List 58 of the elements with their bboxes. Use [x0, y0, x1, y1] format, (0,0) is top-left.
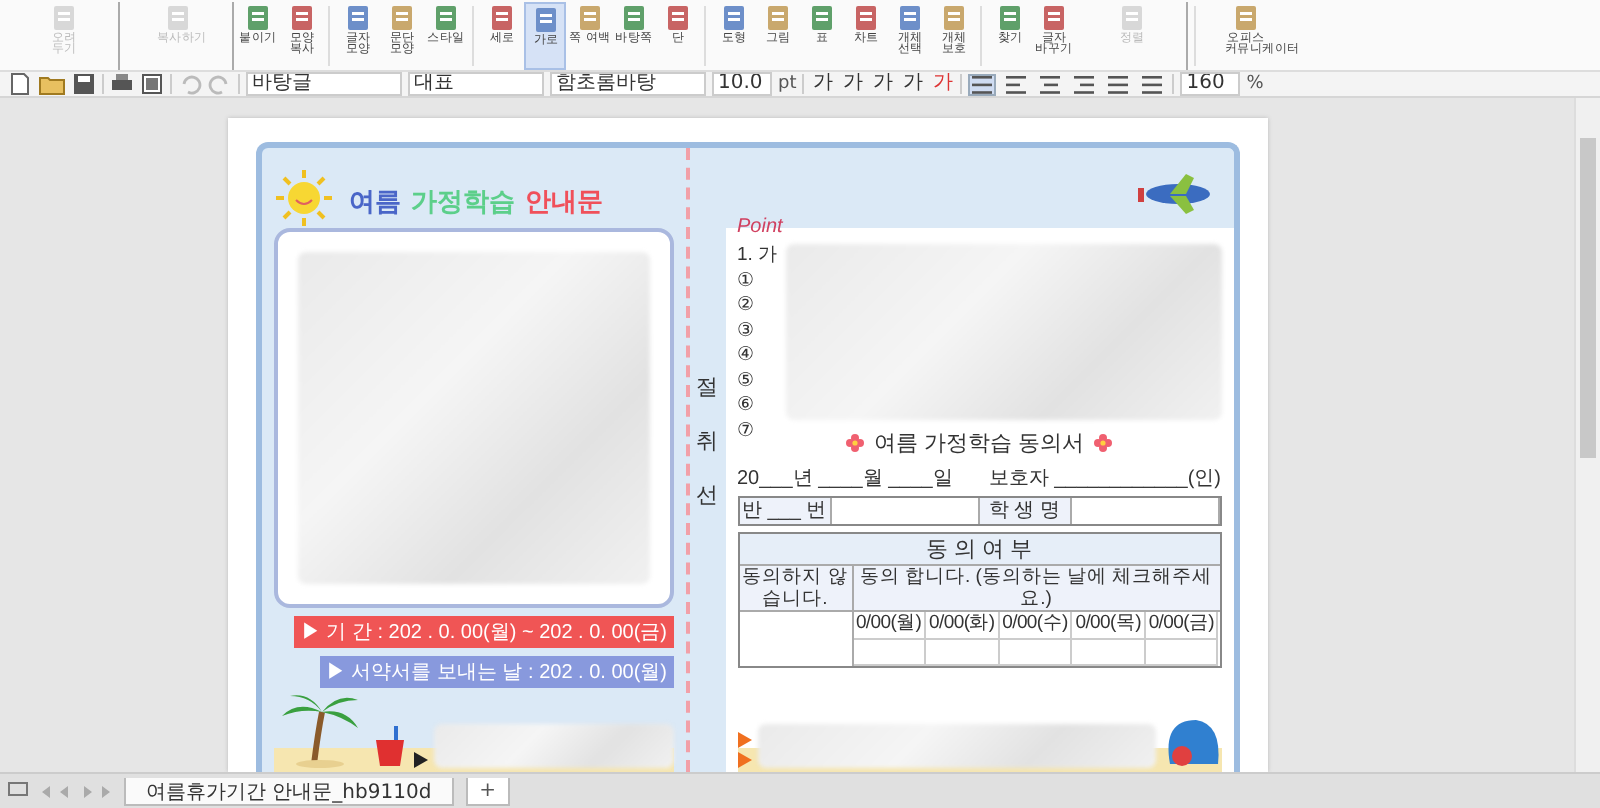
printer-icon[interactable]: [110, 72, 134, 96]
alignment-button[interactable]: [1138, 73, 1167, 95]
table-header: 동의하지 않습니다.: [739, 566, 851, 612]
table-header: 동의 합니다. (동의하는 날에 체크해주세요.): [853, 566, 1219, 612]
table-cell: 학 생 명: [979, 498, 1072, 524]
point-label: Point: [737, 216, 783, 238]
table-cell: 0/00(금): [1145, 612, 1219, 666]
add-tab-button[interactable]: +: [465, 777, 511, 805]
zoom-unit: %: [1246, 74, 1264, 94]
sun-icon: [273, 168, 333, 228]
bullet-icon: [737, 752, 751, 768]
alignment-button[interactable]: [1070, 73, 1099, 95]
list-number: ②: [737, 294, 757, 319]
period-banner: ▶ 기 간 : 202 . 0. 00(월) ~ 202 . 0. 00(금): [294, 616, 673, 648]
bucket-drawing: [371, 724, 407, 768]
table-cell: 0/00(월): [853, 612, 927, 666]
bullet-icon: [737, 732, 751, 748]
cut-line-label: 절: [696, 374, 718, 402]
character-format-button[interactable]: 가: [810, 74, 835, 94]
question-heading: 1. 가: [737, 244, 779, 269]
alignment-button[interactable]: [1036, 73, 1065, 95]
notice-title-word: 안내문: [525, 184, 603, 220]
date-line: 20___년 ____월 ____일: [737, 466, 953, 492]
list-number: ①: [737, 269, 757, 294]
table-cell: 0/00(수): [999, 612, 1073, 666]
vertical-scrollbar[interactable]: [1574, 98, 1600, 772]
guardian-signature-line: 보호자 ____________(인): [988, 466, 1221, 492]
table-cell: 반 ___ 번: [739, 498, 832, 524]
character-format-button[interactable]: 가: [900, 74, 925, 94]
notice-title-word: 여름: [349, 184, 401, 220]
font-size-unit: pt: [778, 74, 797, 94]
consent-title: 여름 가정학습 동의서: [873, 430, 1085, 458]
list-number: ④: [737, 344, 757, 369]
tool-icon: [531, 6, 559, 34]
alignment-button[interactable]: [1002, 73, 1031, 95]
character-format-button[interactable]: 가: [930, 74, 955, 94]
save-icon[interactable]: [72, 72, 96, 96]
notice-title-word: 가정학습: [411, 184, 515, 220]
list-number: ⑥: [737, 394, 757, 419]
table-cell: 0/00(목): [1072, 612, 1146, 666]
table-header: 동 의 여 부: [739, 534, 1219, 566]
alignment-button[interactable]: [968, 73, 997, 95]
cut-line-label: 선: [696, 482, 718, 510]
preview-icon[interactable]: [140, 72, 164, 96]
table-cell: 0/00(화): [926, 612, 1000, 666]
list-number: ⑦: [737, 419, 757, 444]
flower-icon: [845, 434, 864, 452]
character-format-button[interactable]: 가: [870, 74, 895, 94]
comment-icon[interactable]: [8, 782, 28, 800]
list-number: ⑤: [737, 369, 757, 394]
flower-icon: [1094, 434, 1113, 452]
document-tab[interactable]: 여름휴가기간 안내문_hb9110d: [124, 777, 454, 805]
bullet-icon: [413, 752, 427, 768]
cut-line-label: 취: [696, 428, 718, 456]
alignment-button[interactable]: [1104, 73, 1133, 95]
list-number: ③: [737, 319, 757, 344]
submit-date-banner: ▶ 서약서를 보내는 날 : 202 . 0. 00(월): [319, 656, 673, 688]
character-format-button[interactable]: 가: [840, 74, 865, 94]
